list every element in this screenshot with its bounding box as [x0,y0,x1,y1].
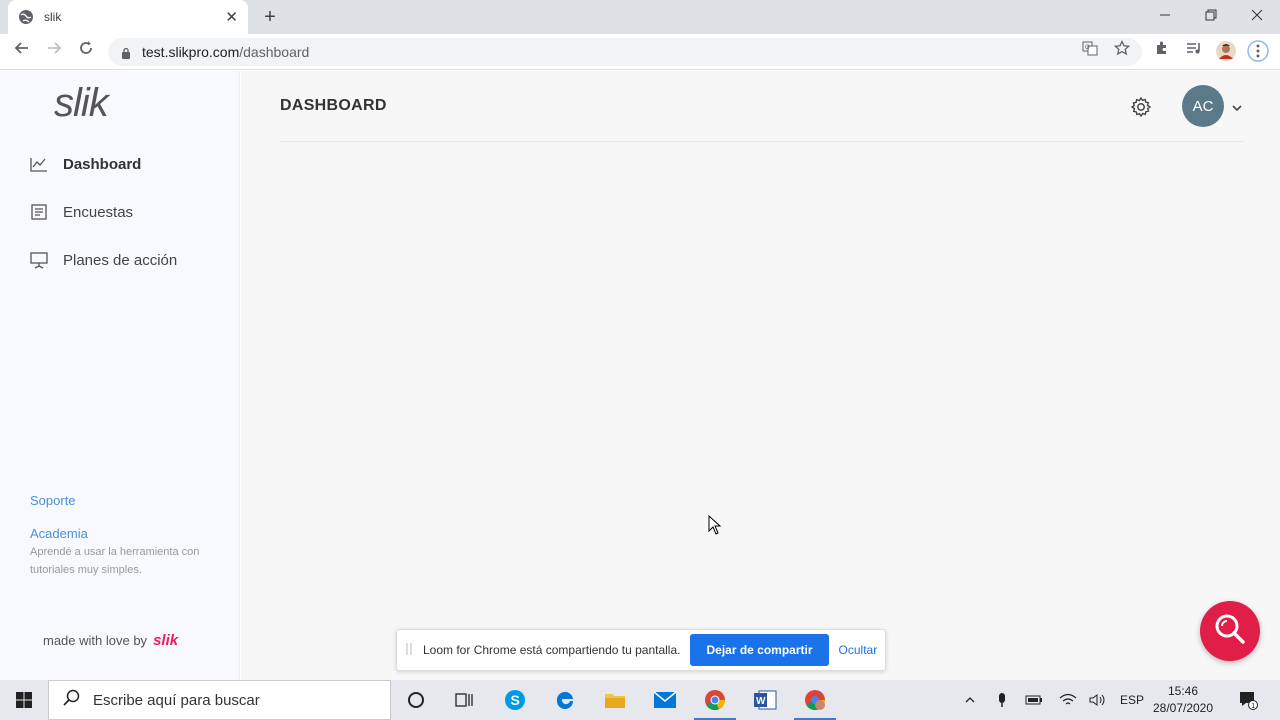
notification-center-icon[interactable]: 1 [1234,680,1262,720]
task-view-icon[interactable] [439,680,489,720]
url-path: /dashboard [239,44,310,60]
reload-icon[interactable] [74,40,98,64]
sidebar-item-label: Planes de acción [63,251,178,269]
stop-sharing-button[interactable]: Dejar de compartir [690,634,829,666]
cortana-icon[interactable] [391,680,441,720]
notification-count: 1 [1251,703,1255,710]
url-host: test.slikpro.com [142,44,240,60]
word-icon[interactable]: W [740,680,790,720]
media-queue-icon[interactable] [1182,40,1206,64]
made-with-text: made with love by [43,633,148,648]
sidebar-item-encuestas[interactable]: Encuestas [30,203,133,221]
made-with-love: made with love by slik [43,632,178,649]
microphone-icon[interactable] [990,680,1014,720]
presentation-board-icon [30,251,48,269]
browser-menu-icon[interactable] [1246,40,1270,64]
drag-handle-icon[interactable] [405,642,415,659]
wifi-icon[interactable] [1056,680,1080,720]
translate-icon[interactable]: G [1080,40,1100,60]
tab-title: slik [44,10,62,24]
clock-date: 28/07/2020 [1152,701,1214,715]
header-divider [280,141,1244,142]
screen-share-bar: Loom for Chrome está compartiendo tu pan… [396,629,886,671]
mouse-cursor-icon [708,514,722,535]
hide-bar-link[interactable]: Ocultar [839,643,878,657]
slik-logo[interactable]: slik [54,81,109,126]
close-tab-icon[interactable]: ✕ [225,8,238,26]
chrome-profile-icon[interactable] [790,680,840,720]
browser-toolbar: test.slikpro.com/dashboard G [0,34,1280,70]
page-title: DASHBOARD [280,97,387,114]
trend-chart-icon [30,155,48,173]
help-search-button[interactable] [1200,601,1260,661]
back-arrow-icon[interactable] [10,40,34,64]
browser-tab-strip: slik ✕ + [0,0,1280,34]
extensions-puzzle-icon[interactable] [1150,40,1174,64]
chrome-icon[interactable] [690,680,740,720]
slik-mini-logo: slik [153,632,179,649]
svg-text:S: S [511,692,520,708]
document-list-icon [30,203,48,221]
gear-icon[interactable] [1130,96,1152,118]
browser-tab[interactable]: slik ✕ [8,0,248,34]
new-tab-button[interactable]: + [258,5,282,29]
skype-icon[interactable]: S [490,680,540,720]
clock-time: 15:46 [1167,684,1199,698]
taskbar-search-box[interactable]: Escribe aquí para buscar [48,680,391,720]
main-content: DASHBOARD AC [241,71,1280,680]
forward-arrow-icon[interactable] [42,40,66,64]
address-bar[interactable]: test.slikpro.com/dashboard [108,38,1142,66]
sidebar-item-label: Encuestas [63,203,134,221]
windows-taskbar: Escribe aquí para buscar S W ESP 15:46 2… [0,680,1280,720]
profile-avatar-icon[interactable] [1214,40,1238,64]
svg-text:G: G [1085,45,1090,51]
taskbar-clock[interactable]: 15:46 28/07/2020 [1150,683,1216,717]
restore-window-icon[interactable] [1188,0,1234,30]
sidebar-item-dashboard[interactable]: Dashboard [30,155,141,173]
support-link[interactable]: Soporte [30,493,76,508]
volume-icon[interactable] [1086,680,1110,720]
file-explorer-icon[interactable] [590,680,640,720]
chevron-up-icon[interactable] [958,680,982,720]
language-indicator[interactable]: ESP [1116,680,1148,720]
academy-description: Aprendé a usar la herramienta con tutori… [30,546,200,576]
sidebar: slik Dashboard Encuestas Planes de acció… [0,71,240,680]
magnifier-icon [1213,612,1247,651]
url-text: test.slikpro.com/dashboard [142,44,309,60]
chevron-down-icon[interactable] [1231,101,1243,113]
bookmark-star-icon[interactable] [1112,39,1132,60]
close-window-icon[interactable] [1234,0,1280,30]
sidebar-item-label: Dashboard [63,155,142,173]
windows-start-icon[interactable] [0,680,48,720]
share-message: Loom for Chrome está compartiendo tu pan… [423,643,681,657]
lock-icon [120,46,132,59]
sidebar-item-planes[interactable]: Planes de acción [30,251,177,269]
battery-icon[interactable] [1022,680,1046,720]
search-icon [63,689,81,712]
globe-icon [18,9,34,25]
mail-icon[interactable] [640,680,690,720]
user-avatar[interactable]: AC [1182,85,1224,127]
academy-link[interactable]: Academia [30,526,88,541]
search-placeholder: Escribe aquí para buscar [93,691,260,709]
edge-browser-icon[interactable] [540,680,590,720]
svg-text:W: W [756,696,766,707]
minimize-window-icon[interactable] [1142,0,1188,30]
